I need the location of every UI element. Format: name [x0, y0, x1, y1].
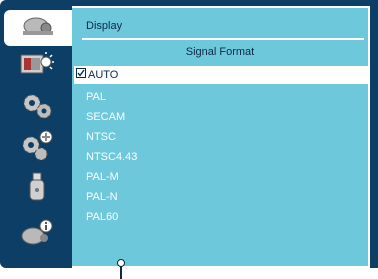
option-pal60[interactable]: PAL60: [86, 208, 118, 226]
option-auto[interactable]: AUTO: [74, 66, 368, 84]
option-label: AUTO: [88, 69, 119, 81]
option-pal-m[interactable]: PAL-M: [86, 168, 119, 186]
option-label: NTSC4.43: [86, 151, 138, 163]
option-pal[interactable]: PAL: [86, 88, 106, 106]
checkbox-checked-icon: [76, 68, 86, 78]
menu-panel: Display Signal Format AUTO PAL SECAM NTS…: [72, 6, 370, 268]
gear-icon: [20, 90, 54, 125]
sidebar-item-info[interactable]: [8, 218, 66, 252]
option-label: PAL: [86, 91, 106, 103]
pointer-dot: [117, 259, 125, 267]
sidebar-item-setting[interactable]: [8, 90, 66, 124]
option-ntsc443[interactable]: NTSC4.43: [86, 148, 137, 166]
sidebar-item-expanded-setting[interactable]: [8, 130, 66, 164]
sidebar-item-image[interactable]: [8, 50, 66, 84]
sidebar: [4, 6, 72, 268]
gear-plus-icon: [19, 129, 55, 166]
option-label: PAL-M: [86, 171, 119, 183]
option-pal-n[interactable]: PAL-N: [86, 188, 118, 206]
sidebar-item-usb[interactable]: [8, 172, 66, 206]
option-label: SECAM: [86, 111, 126, 123]
sidebar-item-display[interactable]: [4, 10, 72, 46]
option-label: NTSC: [86, 131, 116, 143]
option-label: PAL-N: [86, 191, 118, 203]
option-secam[interactable]: SECAM: [86, 108, 125, 126]
menu-title: Display: [86, 20, 123, 32]
divider: [82, 38, 364, 40]
usb-icon: [27, 172, 47, 207]
section-title: Signal Format: [185, 46, 255, 58]
option-label: PAL60: [86, 211, 119, 223]
info-icon: [19, 218, 55, 253]
image-icon: [19, 51, 55, 83]
display-icon: [21, 14, 55, 43]
option-ntsc[interactable]: NTSC: [86, 128, 116, 146]
